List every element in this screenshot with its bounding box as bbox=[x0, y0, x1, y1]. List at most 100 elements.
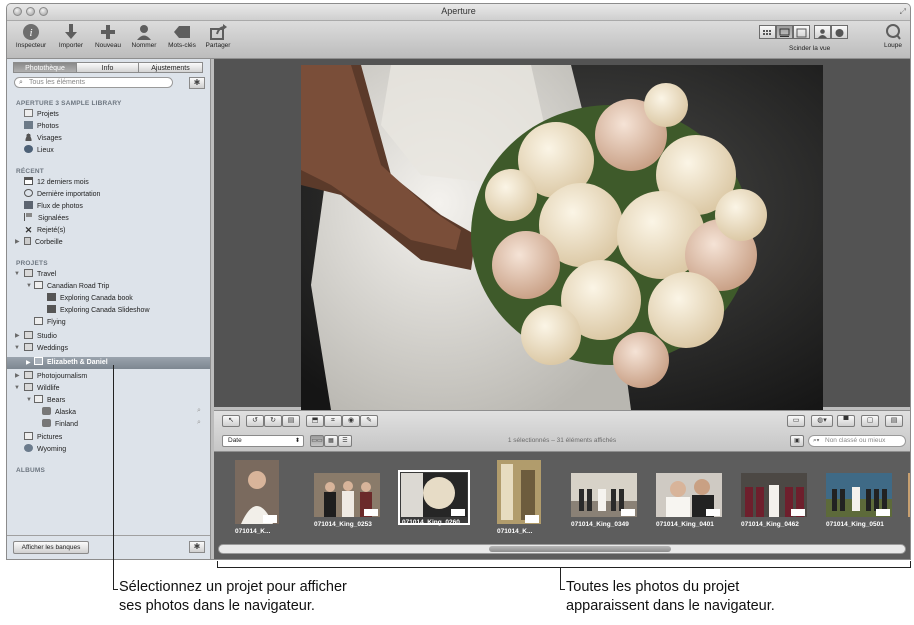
sidebar-item-places[interactable]: Lieux bbox=[24, 145, 54, 156]
sidebar-item-travel[interactable]: Travel bbox=[24, 269, 56, 280]
sidebar-item-flying[interactable]: Flying bbox=[34, 317, 66, 328]
brush-button[interactable]: ✎ bbox=[360, 415, 378, 427]
import-arrow-icon bbox=[65, 24, 77, 39]
library-action-gear-button[interactable]: ✱ bbox=[189, 77, 205, 89]
sidebar-item-finland[interactable]: Finland bbox=[42, 419, 78, 430]
thumbnail[interactable]: 071014_King_0349 bbox=[571, 473, 637, 528]
keywords-button[interactable]: Mots-clés bbox=[162, 23, 202, 49]
sidebar-item-alaska[interactable]: Alaska bbox=[42, 407, 76, 418]
name-button[interactable]: Nommer bbox=[127, 23, 161, 49]
rotate-right-button[interactable]: ↻ bbox=[264, 415, 282, 427]
split-view-button[interactable] bbox=[776, 25, 793, 39]
sidebar-item-elizabeth-daniel[interactable]: Elizabeth & Daniel bbox=[34, 357, 108, 368]
photo-stream-icon bbox=[24, 201, 33, 209]
rotate-left-button[interactable]: ↺ bbox=[246, 415, 264, 427]
photos-icon bbox=[24, 121, 33, 129]
fullscreen-icon[interactable]: ⤢ bbox=[900, 7, 906, 17]
disclosure-triangle-right-icon[interactable]: ▶ bbox=[15, 372, 20, 379]
full-screen-button[interactable]: ▤ bbox=[885, 415, 903, 427]
sidebar-action-gear-button[interactable]: ✱ bbox=[189, 541, 205, 553]
smart-album-search-icon[interactable]: ⌕ bbox=[197, 407, 201, 415]
thumbnail[interactable]: 071014_King_0401 bbox=[656, 473, 722, 528]
sidebar-item-label: Travel bbox=[37, 271, 57, 278]
share-button[interactable]: Partager bbox=[203, 23, 233, 49]
disclosure-triangle-down-icon[interactable]: ▼ bbox=[26, 397, 32, 403]
places-view-button[interactable] bbox=[831, 25, 848, 39]
sidebar-item-wyoming[interactable]: Wyoming bbox=[24, 444, 66, 455]
import-button[interactable]: Importer bbox=[53, 23, 89, 49]
thumbnail-selected[interactable]: 071014_King_0260 bbox=[398, 470, 470, 526]
name-label: Nommer bbox=[131, 42, 157, 49]
disclosure-triangle-right-icon[interactable]: ▶ bbox=[26, 359, 31, 366]
sidebar-item-wildlife[interactable]: Wildlife bbox=[24, 383, 60, 394]
smart-album-search-icon[interactable]: ⌕ bbox=[197, 419, 201, 427]
sidebar-item-rejected[interactable]: ✕ Rejeté(s) bbox=[24, 225, 66, 236]
sidebar-item-exploring-canada-slideshow[interactable]: Exploring Canada Slideshow bbox=[47, 305, 150, 316]
sidebar-item-canadian-road-trip[interactable]: Canadian Road Trip bbox=[34, 281, 109, 292]
sidebar-item-studio[interactable]: Studio bbox=[24, 331, 57, 342]
sidebar-item-weddings[interactable]: Weddings bbox=[24, 343, 68, 354]
inspector-label: Inspecteur bbox=[15, 42, 47, 49]
show-metadata-button[interactable]: ▢ bbox=[861, 415, 879, 427]
browser-horizontal-scrollbar[interactable] bbox=[218, 544, 906, 554]
sidebar-item-exploring-canada-book[interactable]: Exploring Canada book bbox=[47, 293, 133, 304]
thumbnail-caption: 071014_K... bbox=[497, 528, 533, 535]
rating-filter-input[interactable]: ⌕▾ Non classé ou mieux bbox=[808, 435, 906, 447]
disclosure-triangle-right-icon[interactable]: ▶ bbox=[15, 332, 20, 339]
sidebar-item-label: Bears bbox=[47, 397, 66, 404]
primary-only-button[interactable]: ▀ bbox=[837, 415, 855, 427]
red-eye-button[interactable]: ◉ bbox=[342, 415, 360, 427]
split-view-icon bbox=[779, 28, 790, 37]
sidebar-item-photo-stream[interactable]: Flux de photos bbox=[24, 201, 83, 212]
sidebar-item-last-12-months[interactable]: 12 derniers mois bbox=[24, 177, 89, 188]
main-photo[interactable] bbox=[301, 65, 823, 410]
stack-button[interactable]: ▤ bbox=[282, 415, 300, 427]
grid-icon bbox=[763, 30, 771, 35]
sidebar-item-projects[interactable]: Projets bbox=[24, 109, 59, 120]
thumbnail[interactable]: 071014_King_0501 bbox=[826, 473, 892, 528]
sidebar-item-label: Projets bbox=[37, 111, 59, 118]
sidebar-item-flagged[interactable]: Signalées bbox=[24, 213, 69, 224]
sidebar-item-trash[interactable]: Corbeille bbox=[24, 237, 63, 248]
sidebar-item-photojournalism[interactable]: Photojournalism bbox=[24, 371, 87, 382]
clock-icon bbox=[24, 189, 33, 197]
sidebar-item-last-import[interactable]: Dernière importation bbox=[24, 189, 100, 200]
folder-icon bbox=[24, 371, 33, 379]
viewer-mode-button[interactable]: ▭ bbox=[787, 415, 805, 427]
inspector-tabs: Photothèque Info Ajustements bbox=[13, 62, 203, 73]
thumbnail[interactable]: 071014_K... bbox=[497, 460, 541, 535]
browser-view-button[interactable] bbox=[759, 25, 776, 39]
faces-view-button[interactable] bbox=[814, 25, 831, 39]
sidebar-item-bears[interactable]: Bears bbox=[34, 395, 65, 406]
lift-stamp-button[interactable]: ⬒ bbox=[306, 415, 324, 427]
selection-tool-button[interactable]: ↖ bbox=[222, 415, 240, 427]
sidebar-item-pictures[interactable]: Pictures bbox=[24, 432, 62, 443]
tab-info[interactable]: Info bbox=[76, 62, 139, 73]
thumbnail[interactable]: 071014_K... bbox=[235, 460, 279, 535]
tab-adjustments[interactable]: Ajustements bbox=[138, 62, 203, 73]
new-button[interactable]: Nouveau bbox=[91, 23, 125, 49]
sidebar-item-faces[interactable]: Visages bbox=[24, 133, 62, 144]
show-menu-button[interactable]: ◍▾ bbox=[811, 415, 833, 427]
thumbnail-caption: 071014_King_0253 bbox=[314, 521, 372, 528]
loupe-button[interactable]: Loupe bbox=[879, 23, 907, 49]
filter-hud-button[interactable]: ▣ bbox=[790, 435, 804, 447]
crop-button[interactable]: ⌗ bbox=[324, 415, 342, 427]
sidebar-item-label: Photojournalism bbox=[37, 373, 88, 380]
inspector-button[interactable]: i Inspecteur bbox=[11, 23, 51, 49]
scrollbar-thumb[interactable] bbox=[489, 546, 671, 552]
photo-viewer bbox=[214, 59, 910, 410]
sidebar-item-photos[interactable]: Photos bbox=[24, 121, 59, 132]
tab-library[interactable]: Photothèque bbox=[13, 62, 77, 73]
thumbnail[interactable]: 071014_King_0253 bbox=[314, 473, 380, 528]
thumbnail[interactable]: 071014_King_0462 bbox=[741, 473, 807, 528]
show-vaults-button[interactable]: Afficher les banques bbox=[13, 541, 89, 554]
disclosure-triangle-down-icon[interactable]: ▼ bbox=[14, 345, 20, 351]
library-search-input[interactable]: ⌕ Tous les éléments bbox=[14, 77, 173, 88]
disclosure-triangle-down-icon[interactable]: ▼ bbox=[14, 271, 20, 277]
viewer-view-button[interactable] bbox=[793, 25, 810, 39]
disclosure-triangle-right-icon[interactable]: ▶ bbox=[15, 238, 20, 245]
thumbnail-partial[interactable] bbox=[908, 473, 910, 517]
disclosure-triangle-down-icon[interactable]: ▼ bbox=[26, 283, 32, 289]
disclosure-triangle-down-icon[interactable]: ▼ bbox=[14, 385, 20, 391]
